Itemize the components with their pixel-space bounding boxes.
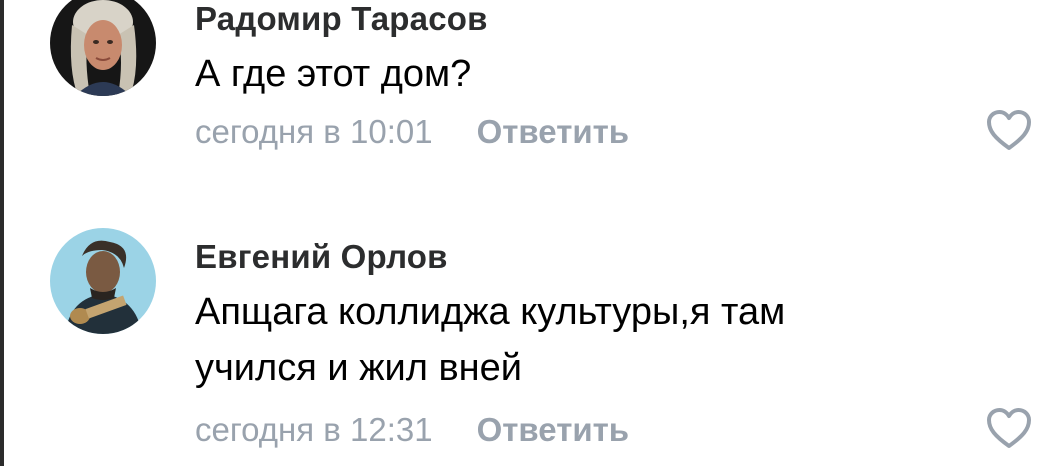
left-edge-divider <box>0 0 4 466</box>
reply-button[interactable]: Ответить <box>477 411 630 449</box>
comment-text: Апщага коллиджа культуры,я там учился и … <box>195 284 1015 396</box>
comment-meta: сегодня в 10:01 Ответить <box>195 112 629 152</box>
avatar[interactable] <box>50 0 156 96</box>
comment-text: А где этот дом? <box>195 46 1015 102</box>
comment-text-line: учился и жил вней <box>195 347 523 389</box>
comment-author[interactable]: Евгений Орлов <box>195 238 448 276</box>
heart-outline-icon[interactable] <box>985 406 1033 450</box>
comment-meta: сегодня в 12:31 Ответить <box>195 410 629 450</box>
reply-button[interactable]: Ответить <box>477 113 630 151</box>
heart-outline-icon[interactable] <box>985 108 1033 152</box>
comment-author[interactable]: Радомир Тарасов <box>195 0 488 38</box>
avatar[interactable] <box>50 228 156 334</box>
comment-timestamp: сегодня в 10:01 <box>195 113 433 150</box>
comment-text-line: А где этот дом? <box>195 53 472 95</box>
comment-text-line: Апщага коллиджа культуры,я там <box>195 291 786 333</box>
comment-timestamp: сегодня в 12:31 <box>195 411 433 448</box>
